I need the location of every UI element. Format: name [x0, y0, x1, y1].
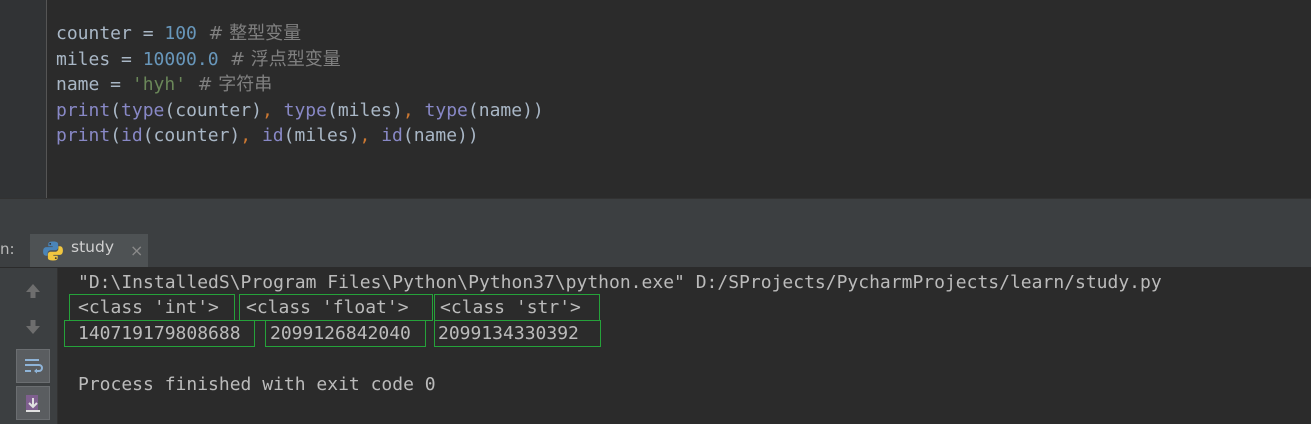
code-token: type	[283, 99, 327, 121]
soft-wrap-icon[interactable]	[16, 349, 50, 383]
code-token: (miles)	[283, 125, 360, 146]
exit-message: Process finished with exit code 0	[78, 374, 436, 395]
code-line[interactable]: print(type(counter), type(miles), type(n…	[56, 98, 544, 124]
code-token: id	[121, 125, 143, 146]
code-token: ,	[359, 125, 382, 146]
up-arrow-icon[interactable]	[16, 274, 50, 308]
code-token: ,	[261, 99, 284, 121]
code-token: type	[121, 99, 165, 121]
code-area[interactable]: counter = 100 # 整型变量 miles = 10000.0 # 浮点…	[56, 21, 544, 149]
code-line[interactable]: counter = 100 # 整型变量	[56, 21, 544, 47]
console-toolbar-divider	[57, 268, 58, 424]
panel-splitter[interactable]	[0, 198, 1311, 235]
code-token: (miles)	[326, 99, 403, 121]
code-token: name =	[56, 74, 132, 95]
highlight-box	[265, 320, 426, 347]
highlight-box	[434, 294, 600, 321]
editor-gutter	[0, 0, 46, 198]
code-token: # 浮点型变量	[218, 48, 341, 70]
close-icon[interactable]: ×	[130, 241, 143, 260]
command-line: "D:\InstalledS\Program Files\Python\Pyth…	[78, 272, 1162, 293]
code-token: id	[261, 125, 284, 146]
code-token: miles =	[56, 48, 143, 70]
code-token: # 字符串	[186, 74, 273, 95]
scroll-to-end-icon[interactable]	[16, 386, 50, 420]
tab-study[interactable]: study ×	[30, 234, 148, 267]
code-token: # 整型变量	[196, 23, 302, 44]
code-token: id	[381, 125, 403, 146]
code-token: ,	[402, 99, 425, 121]
highlight-box	[239, 294, 433, 321]
run-label: n:	[0, 240, 15, 258]
code-token: ,	[240, 125, 262, 146]
code-token: (counter)	[164, 99, 262, 121]
code-token: counter =	[56, 23, 165, 44]
code-token: print	[56, 125, 111, 146]
code-token: 'hyh'	[131, 74, 187, 95]
code-token: (name))	[402, 125, 479, 146]
tab-label: study	[71, 238, 114, 256]
code-line[interactable]: name = 'hyh' # 字符串	[56, 72, 544, 98]
python-icon	[43, 241, 63, 261]
code-token: (	[110, 99, 122, 121]
code-token: (name))	[467, 99, 544, 121]
run-console[interactable]: "D:\InstalledS\Program Files\Python\Pyth…	[0, 268, 1311, 424]
down-arrow-icon[interactable]	[16, 310, 50, 344]
run-tool-window-header: n: study ×	[0, 234, 1311, 268]
code-line[interactable]: miles = 10000.0 # 浮点型变量	[56, 47, 544, 73]
code-token: type	[424, 99, 468, 121]
highlight-box	[69, 294, 235, 321]
console-toolbar	[0, 268, 57, 424]
code-line[interactable]: print(id(counter), id(miles), id(name))	[56, 123, 544, 149]
code-token: 100	[164, 23, 197, 44]
highlight-box	[64, 320, 255, 347]
code-token: 10000.0	[142, 48, 219, 70]
code-token: (	[110, 125, 122, 146]
highlight-box	[434, 320, 601, 347]
code-editor[interactable]: counter = 100 # 整型变量 miles = 10000.0 # 浮点…	[0, 0, 1311, 198]
code-token: print	[56, 99, 111, 121]
code-token: (counter)	[142, 125, 241, 146]
gutter-divider	[46, 0, 47, 198]
